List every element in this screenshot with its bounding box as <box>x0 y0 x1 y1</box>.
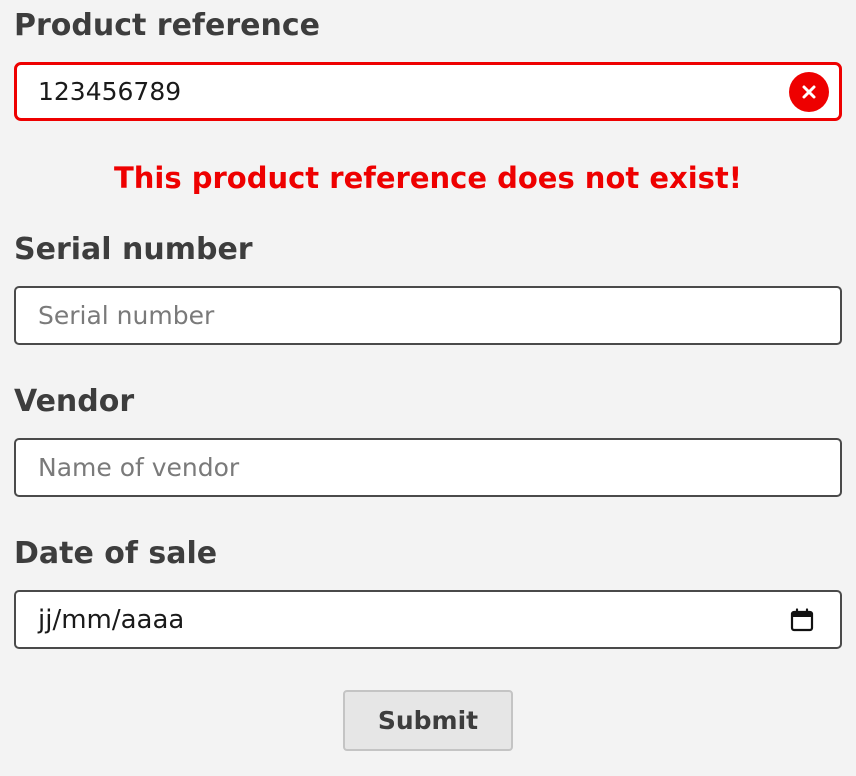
serial-number-label: Serial number <box>14 232 253 267</box>
product-reference-input[interactable] <box>38 77 789 106</box>
vendor-input[interactable] <box>38 453 830 482</box>
close-x-icon <box>802 85 816 98</box>
serial-number-input[interactable] <box>38 301 830 330</box>
product-reference-field[interactable] <box>14 62 842 121</box>
product-reference-error-message: This product reference does not exist! <box>114 161 742 195</box>
clear-input-button[interactable] <box>789 71 829 112</box>
calendar-picker-button[interactable] <box>788 606 816 634</box>
calendar-icon <box>790 607 814 631</box>
serial-number-field[interactable] <box>14 286 842 345</box>
date-of-sale-label: Date of sale <box>14 536 218 571</box>
product-reference-label: Product reference <box>14 8 320 43</box>
vendor-field[interactable] <box>14 438 842 497</box>
vendor-label: Vendor <box>14 384 135 419</box>
submit-button[interactable]: Submit <box>343 690 513 751</box>
date-of-sale-input[interactable]: jj/mm/aaaa <box>38 605 788 635</box>
date-of-sale-field[interactable]: jj/mm/aaaa <box>14 590 842 649</box>
